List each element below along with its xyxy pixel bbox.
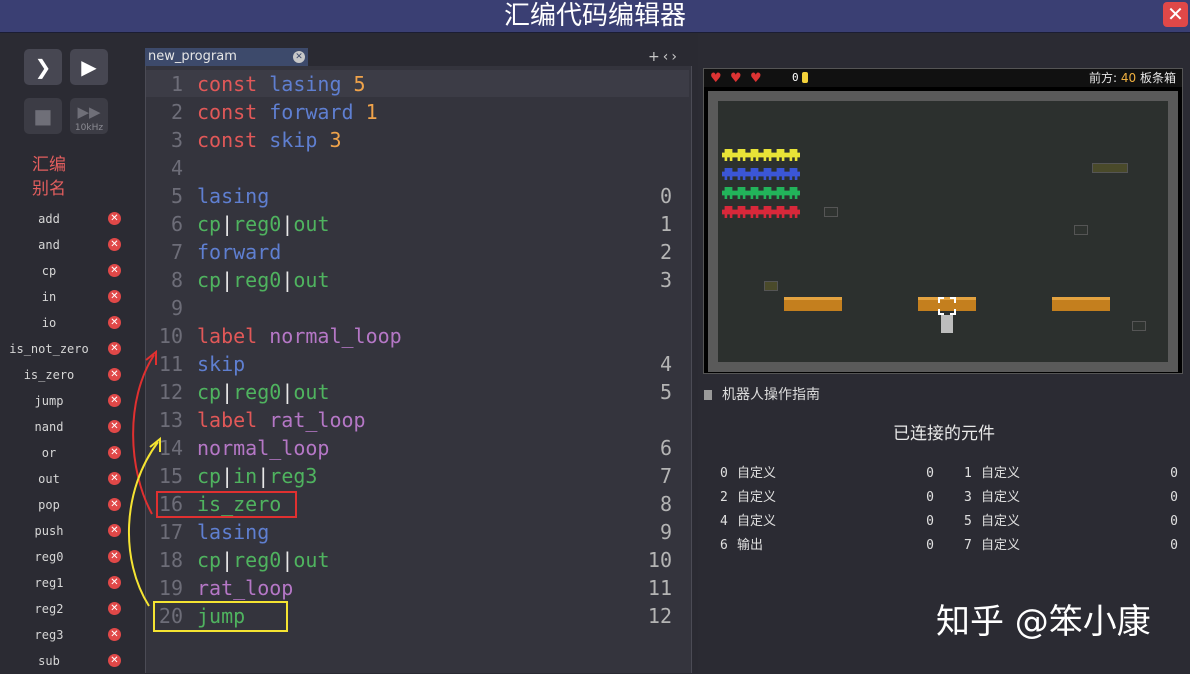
component-index: 6 <box>720 538 728 553</box>
heart-icon: ♥ <box>750 71 762 86</box>
platform <box>1052 297 1110 311</box>
component-item: 7 自定义 0 <box>948 534 1178 558</box>
component-index: 7 <box>964 538 972 553</box>
arena <box>708 91 1178 372</box>
component-value: 0 <box>926 466 934 481</box>
crate-icon <box>1132 321 1146 331</box>
component-item: 4 自定义 0 <box>704 510 934 534</box>
robot-target-icon <box>938 297 956 315</box>
component-value: 0 <box>1170 466 1178 481</box>
coin-icon <box>802 72 808 83</box>
component-value: 0 <box>1170 514 1178 529</box>
platform <box>784 297 842 311</box>
invader-icon <box>787 149 800 161</box>
ahead-indicator: 前方: 40 板条箱 <box>1089 70 1176 86</box>
component-item: 5 自定义 0 <box>948 510 1178 534</box>
invader-icon <box>774 149 787 161</box>
component-index: 0 <box>720 466 728 481</box>
arena-floor <box>718 101 1168 362</box>
crate-icon <box>764 281 778 291</box>
robot-guide-link[interactable]: 机器人操作指南 <box>722 386 820 404</box>
book-icon <box>704 390 712 400</box>
invader-icon <box>748 168 761 180</box>
red-arrow <box>132 354 155 515</box>
component-index: 4 <box>720 514 728 529</box>
component-name: 自定义 <box>737 466 777 481</box>
component-item: 0 自定义 0 <box>704 462 934 486</box>
invader-icon <box>761 168 774 180</box>
component-index: 3 <box>964 490 972 505</box>
heart-icon: ♥ <box>730 71 742 86</box>
connected-components-title: 已连接的元件 <box>893 424 995 444</box>
component-value: 0 <box>926 538 934 553</box>
invader-icon <box>735 149 748 161</box>
invader-icon <box>722 168 735 180</box>
invader-icon <box>774 168 787 180</box>
component-name: 自定义 <box>981 466 1021 481</box>
invader-icon <box>722 149 735 161</box>
invader-icon <box>748 206 761 218</box>
ahead-item: 板条箱 <box>1136 71 1176 85</box>
component-index: 1 <box>964 466 972 481</box>
invader-icon <box>761 206 774 218</box>
game-view: ♥ ♥ ♥ 0 前方: 40 板条箱 <box>703 68 1183 374</box>
invader-icon <box>722 206 735 218</box>
invader-icon <box>735 187 748 199</box>
component-item: 1 自定义 0 <box>948 462 1178 486</box>
invader-icon <box>761 187 774 199</box>
crate-icon <box>1092 163 1128 173</box>
game-hud: ♥ ♥ ♥ 0 前方: 40 板条箱 <box>704 69 1182 87</box>
component-index: 2 <box>720 490 728 505</box>
ahead-label: 前方: <box>1089 71 1121 85</box>
component-name: 自定义 <box>981 514 1021 529</box>
component-name: 自定义 <box>737 514 777 529</box>
component-value: 0 <box>1170 538 1178 553</box>
yellow-arrow <box>128 441 159 607</box>
component-name: 自定义 <box>737 490 777 505</box>
invader-icon <box>761 149 774 161</box>
invader-icon <box>787 187 800 199</box>
watermark: 知乎 @笨小康 <box>936 602 1151 642</box>
invader-icon <box>722 187 735 199</box>
invader-icon <box>774 206 787 218</box>
invader-icon <box>748 149 761 161</box>
heart-icon: ♥ <box>710 71 722 86</box>
invader-icon <box>735 168 748 180</box>
component-value: 0 <box>1170 490 1178 505</box>
coin-count: 0 <box>792 71 799 84</box>
component-item: 3 自定义 0 <box>948 486 1178 510</box>
invader-icon <box>787 206 800 218</box>
invader-icon <box>787 168 800 180</box>
component-item: 2 自定义 0 <box>704 486 934 510</box>
component-value: 0 <box>926 490 934 505</box>
component-value: 0 <box>926 514 934 529</box>
invader-icon <box>748 187 761 199</box>
crate-icon <box>1074 225 1088 235</box>
robot-icon <box>941 315 953 333</box>
component-name: 自定义 <box>981 490 1021 505</box>
invader-icon <box>735 206 748 218</box>
component-index: 5 <box>964 514 972 529</box>
invader-icon <box>774 187 787 199</box>
component-name: 输出 <box>737 538 764 553</box>
component-item: 6 输出 0 <box>704 534 934 558</box>
component-name: 自定义 <box>981 538 1021 553</box>
crate-icon <box>824 207 838 217</box>
ahead-value: 40 <box>1120 71 1137 85</box>
